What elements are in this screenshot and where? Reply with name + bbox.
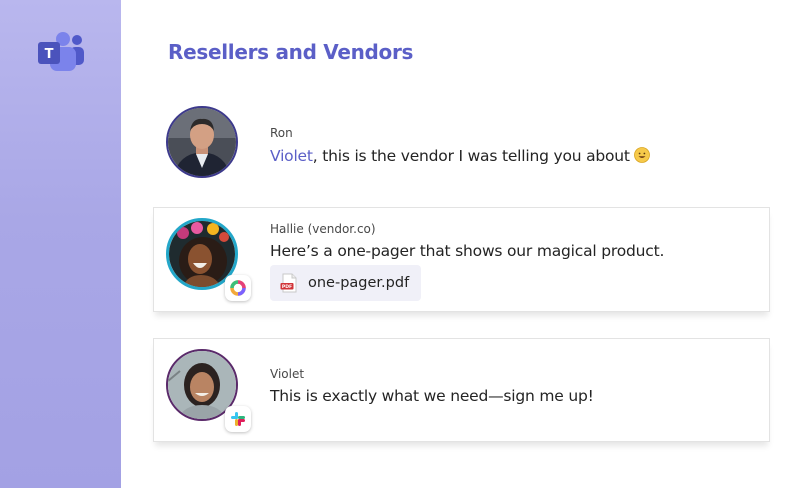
pdf-icon-label: PDF (282, 284, 292, 290)
file-attachment[interactable]: PDF one-pager.pdf (270, 265, 422, 301)
slack-logo-icon (225, 406, 251, 432)
message-card-hallie[interactable]: Hallie (vendor.co) Here’s a one-pager th… (153, 207, 770, 312)
message-card-violet[interactable]: Violet This is exactly what we need—sign… (153, 338, 770, 442)
message-body: , this is the vendor I was telling you a… (312, 147, 630, 165)
message-body: This is exactly what we need—sign me up! (270, 387, 594, 405)
pdf-file-icon: PDF (280, 273, 297, 293)
svg-text:T: T (45, 47, 54, 62)
message-ron[interactable]: Ron Violet, this is the vendor I was tel… (153, 97, 769, 197)
sender-name: Ron (270, 126, 293, 140)
avatar-ron[interactable] (166, 106, 238, 178)
file-name: one-pager.pdf (308, 275, 410, 291)
sender-name: Violet (270, 367, 305, 381)
microsoft-teams-icon[interactable]: T (36, 32, 86, 74)
smiling-face-emoji-icon (633, 147, 650, 163)
message-text: Violet, this is the vendor I was telling… (270, 147, 650, 165)
message-body: Here’s a one-pager that shows our magica… (270, 242, 665, 260)
mention-violet[interactable]: Violet (270, 147, 313, 165)
vendor-ring-logo-icon (225, 275, 251, 301)
channel-title: Resellers and Vendors (168, 40, 414, 64)
left-rail: T (0, 0, 121, 488)
sender-name: Hallie (vendor.co) (270, 222, 376, 236)
